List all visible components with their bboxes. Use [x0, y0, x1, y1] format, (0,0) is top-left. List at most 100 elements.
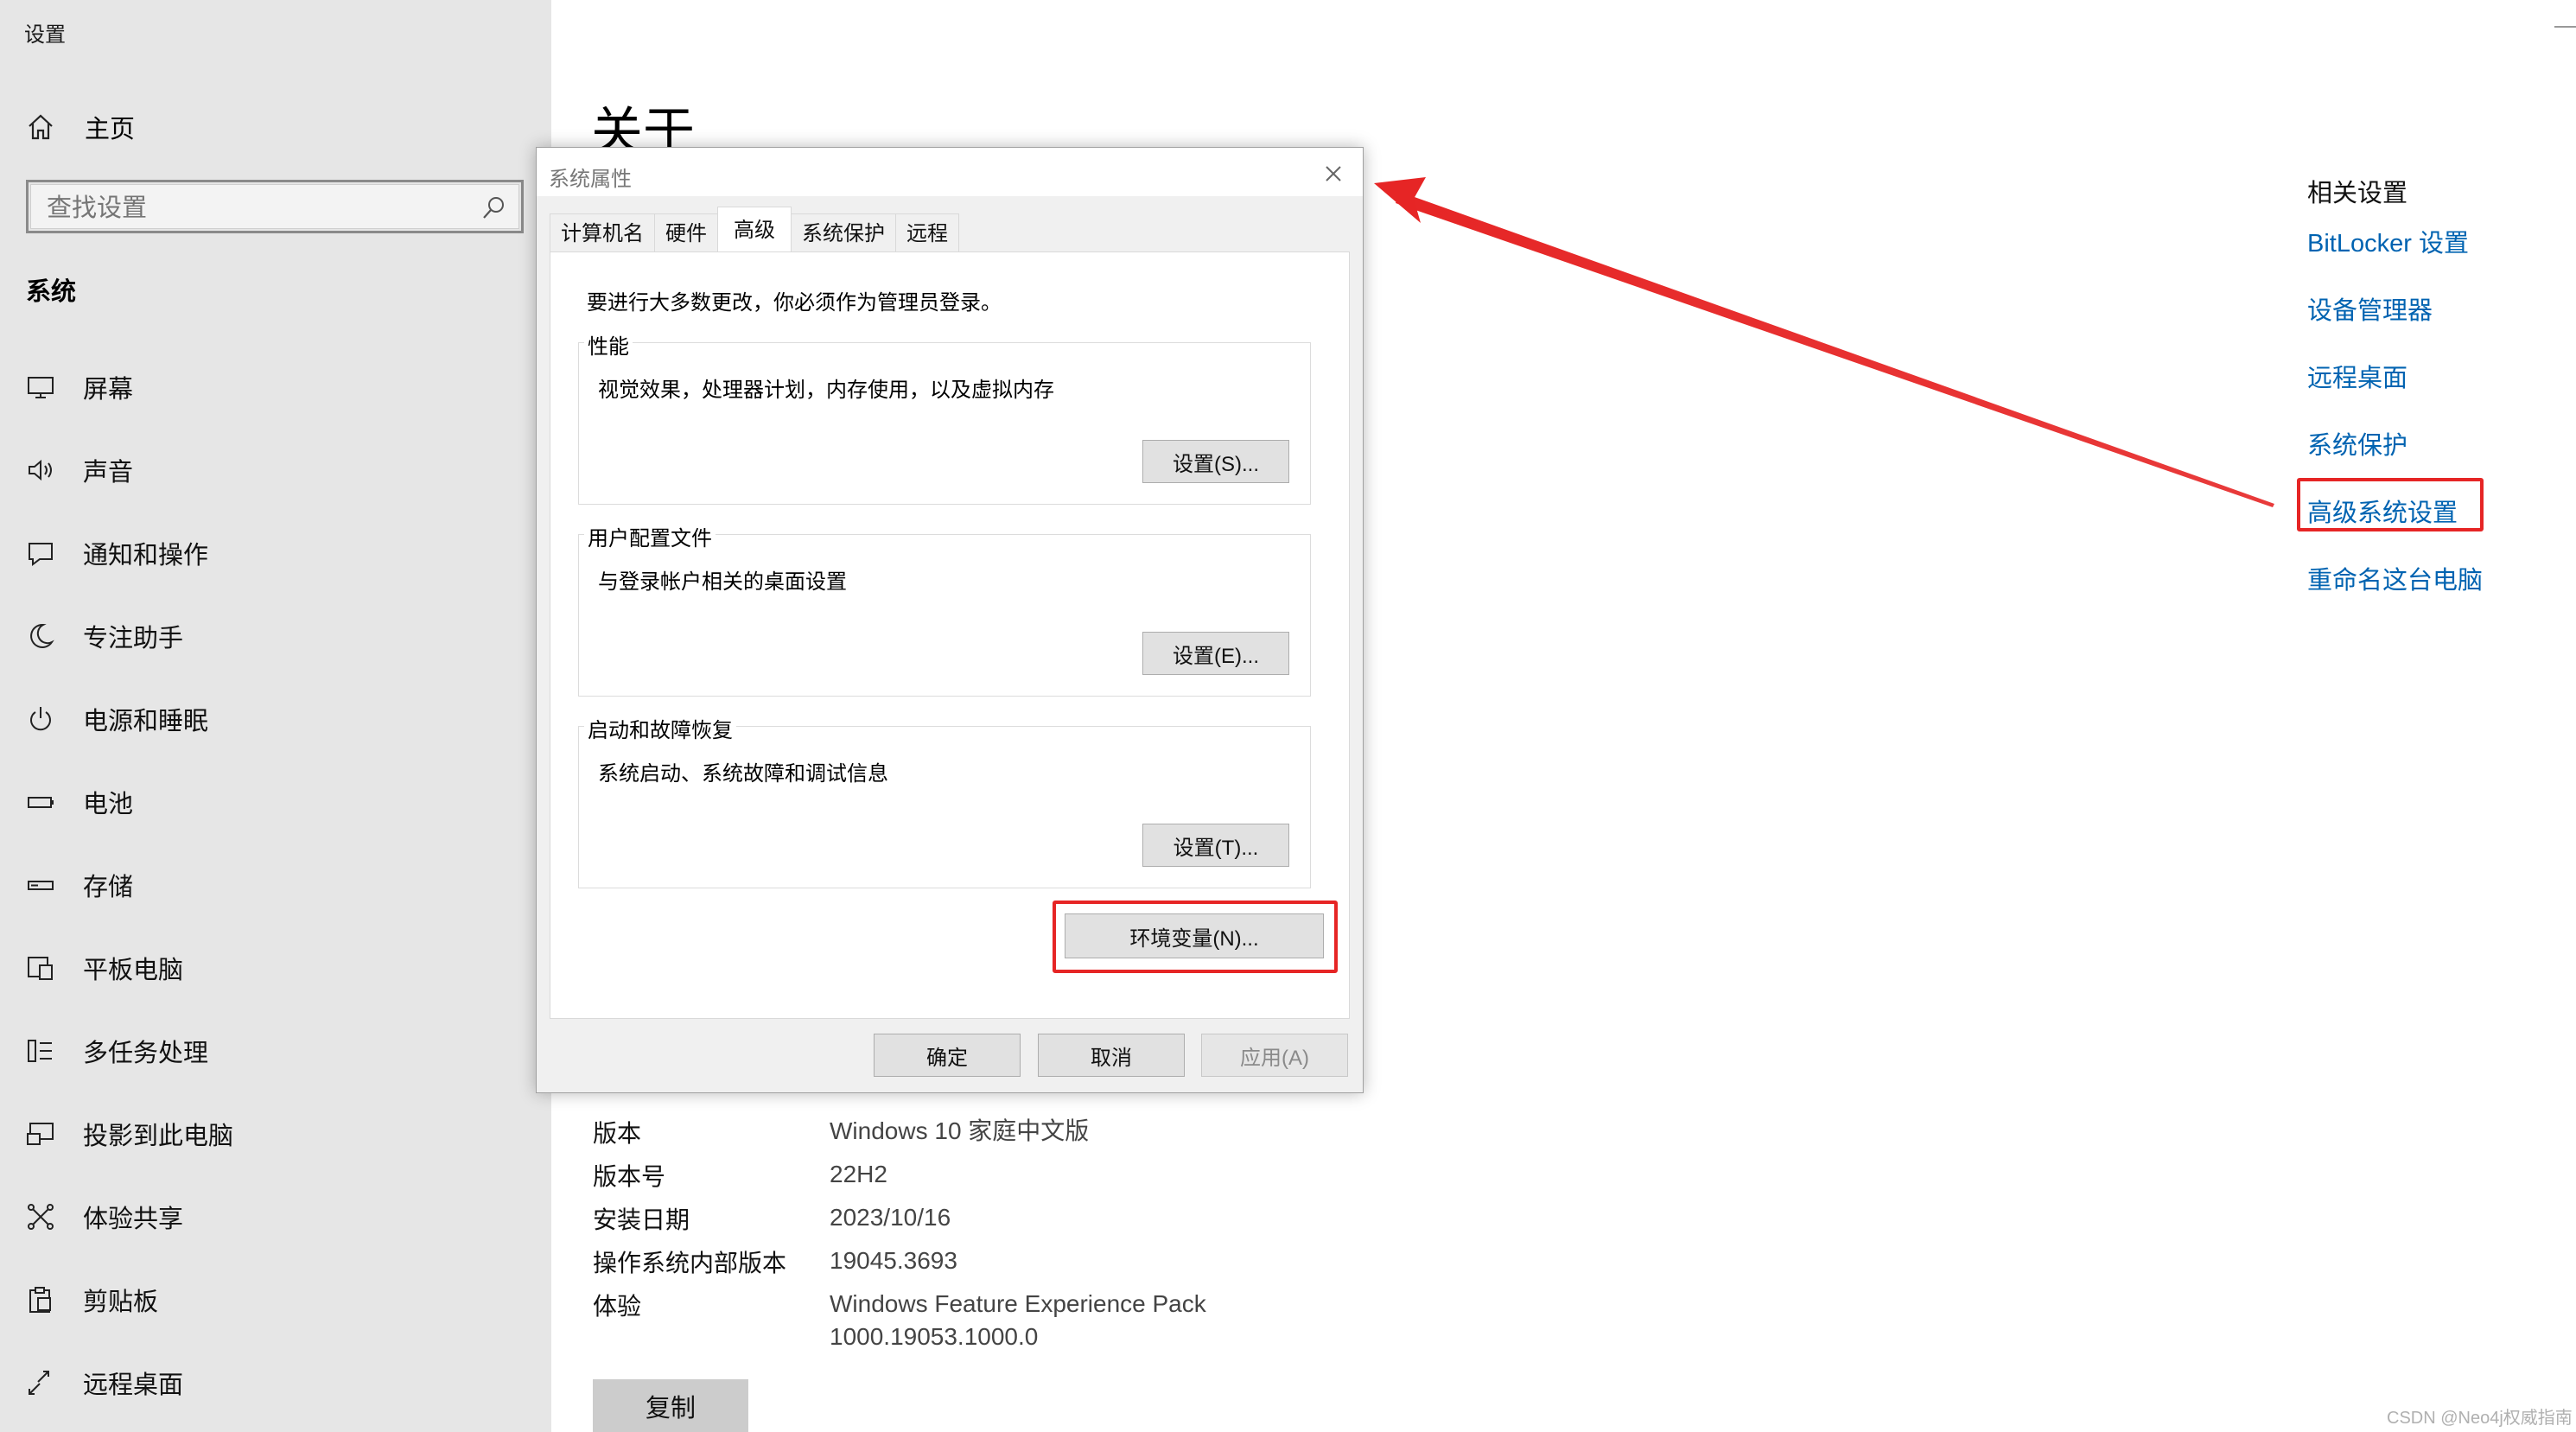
- link-device-manager[interactable]: 设备管理器: [2307, 290, 2483, 358]
- arrow-head: [1374, 177, 1426, 223]
- sidebar-item-label: 专注助手: [83, 625, 184, 652]
- battery-icon: [28, 797, 54, 808]
- sidebar-item-multitasking[interactable]: 多任务处理: [0, 1009, 551, 1092]
- startup-recovery-settings-button[interactable]: 设置(T)...: [1142, 824, 1289, 867]
- user-profiles-group: 用户配置文件 与登录帐户相关的桌面设置 设置(E)...: [578, 521, 1311, 697]
- search-box[interactable]: [26, 180, 524, 233]
- sidebar-item-label: 剪贴板: [83, 1289, 159, 1316]
- tab-remote[interactable]: 远程: [895, 213, 959, 251]
- screen: 设置 主页 系统 屏幕 声音: [0, 0, 2576, 1432]
- spec-row: 版本号 22H2: [593, 1158, 1206, 1201]
- search-icon[interactable]: [480, 195, 506, 221]
- window-minimize-hint: [2554, 26, 2576, 28]
- sidebar-item-focus-assist[interactable]: 专注助手: [0, 595, 551, 678]
- spec-row: 安装日期 2023/10/16: [593, 1201, 1206, 1244]
- sidebar-item-project[interactable]: 投影到此电脑: [0, 1092, 551, 1175]
- sidebar-item-label: 平板电脑: [83, 957, 184, 984]
- speaker-icon: [29, 459, 52, 481]
- watermark: CSDN @Neo4j权威指南: [2387, 1409, 2573, 1428]
- environment-variables-button[interactable]: 环境变量(N)...: [1065, 913, 1324, 958]
- spec-value: Windows 10 家庭中文版: [830, 1117, 1090, 1144]
- dialog-tabs: 计算机名 硬件 高级 系统保护 远程: [550, 207, 959, 251]
- spec-value: 2023/10/16: [830, 1204, 951, 1231]
- sidebar-item-shared-experiences[interactable]: 体验共享: [0, 1175, 551, 1258]
- related-settings: 相关设置 BitLocker 设置 设备管理器 远程桌面 系统保护 高级系统设置…: [2307, 173, 2483, 627]
- windows-specs: 版本 Windows 10 家庭中文版 版本号 22H2 安装日期 2023/1…: [593, 1115, 1206, 1353]
- sidebar-item-label: 电源和睡眠: [83, 708, 209, 735]
- link-bitlocker-settings[interactable]: BitLocker 设置: [2307, 223, 2483, 290]
- sidebar-item-storage[interactable]: 存储: [0, 843, 551, 926]
- sidebar-item-battery[interactable]: 电池: [0, 761, 551, 843]
- sidebar-item-label: 屏幕: [83, 376, 134, 404]
- group-description: 视觉效果，处理器计划，内存使用，以及虚拟内存: [598, 379, 1054, 402]
- user-profiles-settings-button[interactable]: 设置(E)...: [1142, 632, 1289, 675]
- link-rename-pc[interactable]: 重命名这台电脑: [2307, 560, 2483, 627]
- link-remote-desktop[interactable]: 远程桌面: [2307, 358, 2483, 425]
- startup-recovery-group: 启动和故障恢复 系统启动、系统故障和调试信息 设置(T)...: [578, 713, 1311, 888]
- sidebar-item-label: 投影到此电脑: [83, 1123, 234, 1150]
- performance-settings-button[interactable]: 设置(S)...: [1142, 440, 1289, 483]
- performance-group: 性能 视觉效果，处理器计划，内存使用，以及虚拟内存 设置(S)...: [578, 329, 1311, 505]
- share-icon: [28, 1204, 54, 1230]
- group-description: 系统启动、系统故障和调试信息: [598, 762, 888, 786]
- system-properties-dialog: 系统属性 计算机名 硬件 高级 系统保护 远程 要进行大多数更改，你必须作为管理…: [536, 147, 1364, 1093]
- spec-value-line1: Windows Feature Experience Pack: [830, 1290, 1206, 1317]
- sidebar-item-sound[interactable]: 声音: [0, 429, 551, 512]
- close-icon[interactable]: [1316, 156, 1351, 191]
- copy-button[interactable]: 复制: [593, 1379, 748, 1432]
- storage-icon: [28, 881, 54, 890]
- monitor-icon: [28, 377, 54, 398]
- cancel-button[interactable]: 取消: [1038, 1034, 1185, 1077]
- dialog-title: 系统属性: [549, 168, 632, 191]
- search-input[interactable]: [47, 192, 461, 225]
- sidebar-item-label: 存储: [83, 874, 134, 901]
- clipboard-icon: [29, 1287, 51, 1313]
- sidebar-item-power[interactable]: 电源和睡眠: [0, 678, 551, 761]
- sidebar-item-label: 声音: [83, 459, 134, 487]
- arrow-shaft: [1396, 192, 2274, 507]
- sidebar-item-notifications[interactable]: 通知和操作: [0, 512, 551, 595]
- sidebar-item-label: 电池: [83, 791, 134, 818]
- spec-row: 操作系统内部版本 19045.3693: [593, 1244, 1206, 1288]
- sidebar-item-label: 体验共享: [83, 1206, 184, 1233]
- spec-key: 操作系统内部版本: [593, 1250, 787, 1276]
- spec-value-line2: 1000.19053.1000.0: [830, 1323, 1039, 1350]
- power-icon: [30, 707, 51, 731]
- home-label: 主页: [85, 116, 136, 143]
- group-label: 用户配置文件: [584, 521, 716, 551]
- sidebar-nav: 屏幕 声音 通知和操作 专注助手 电源和睡眠 电池 存储 平板电脑 多任务处理 …: [0, 346, 551, 1424]
- sidebar-item-label: 多任务处理: [83, 1040, 209, 1067]
- settings-sidebar: 设置 主页 系统 屏幕 声音: [0, 0, 551, 1432]
- apply-button[interactable]: 应用(A): [1201, 1034, 1348, 1077]
- app-title: 设置: [24, 23, 66, 47]
- moon-icon: [30, 623, 54, 648]
- sidebar-item-remote-desktop[interactable]: 远程桌面: [0, 1341, 551, 1424]
- sidebar-item-label: 通知和操作: [83, 542, 209, 570]
- multitask-icon: [28, 1040, 52, 1062]
- ok-button[interactable]: 确定: [874, 1034, 1021, 1077]
- sidebar-item-clipboard[interactable]: 剪贴板: [0, 1258, 551, 1341]
- spec-row: 版本 Windows 10 家庭中文版: [593, 1115, 1206, 1158]
- home-nav-item[interactable]: 主页: [26, 105, 135, 149]
- sidebar-item-display[interactable]: 屏幕: [0, 346, 551, 429]
- dialog-titlebar[interactable]: [537, 148, 1363, 196]
- sidebar-item-label: 远程桌面: [83, 1372, 184, 1399]
- spec-row: 体验 Windows Feature Experience Pack 1000.…: [593, 1288, 1206, 1353]
- tab-hardware[interactable]: 硬件: [654, 213, 718, 251]
- tab-system-protection[interactable]: 系统保护: [791, 213, 896, 251]
- tab-advanced[interactable]: 高级: [717, 207, 792, 251]
- spec-value: 19045.3693: [830, 1247, 957, 1274]
- spec-value: 22H2: [830, 1161, 887, 1187]
- project-icon: [27, 1123, 54, 1145]
- spec-key: 安装日期: [593, 1206, 690, 1233]
- advanced-settings-highlight-box: [2297, 478, 2484, 531]
- spec-key: 体验: [593, 1293, 642, 1320]
- sidebar-item-tablet[interactable]: 平板电脑: [0, 926, 551, 1009]
- remote-icon: [29, 1371, 49, 1395]
- advanced-tab-panel: 要进行大多数更改，你必须作为管理员登录。 性能 视觉效果，处理器计划，内存使用，…: [550, 251, 1350, 1019]
- related-settings-title: 相关设置: [2307, 180, 2408, 207]
- tab-computer-name[interactable]: 计算机名: [550, 213, 655, 251]
- tablet-icon: [28, 957, 53, 980]
- group-label: 启动和故障恢复: [584, 713, 736, 743]
- spec-key: 版本: [593, 1120, 642, 1147]
